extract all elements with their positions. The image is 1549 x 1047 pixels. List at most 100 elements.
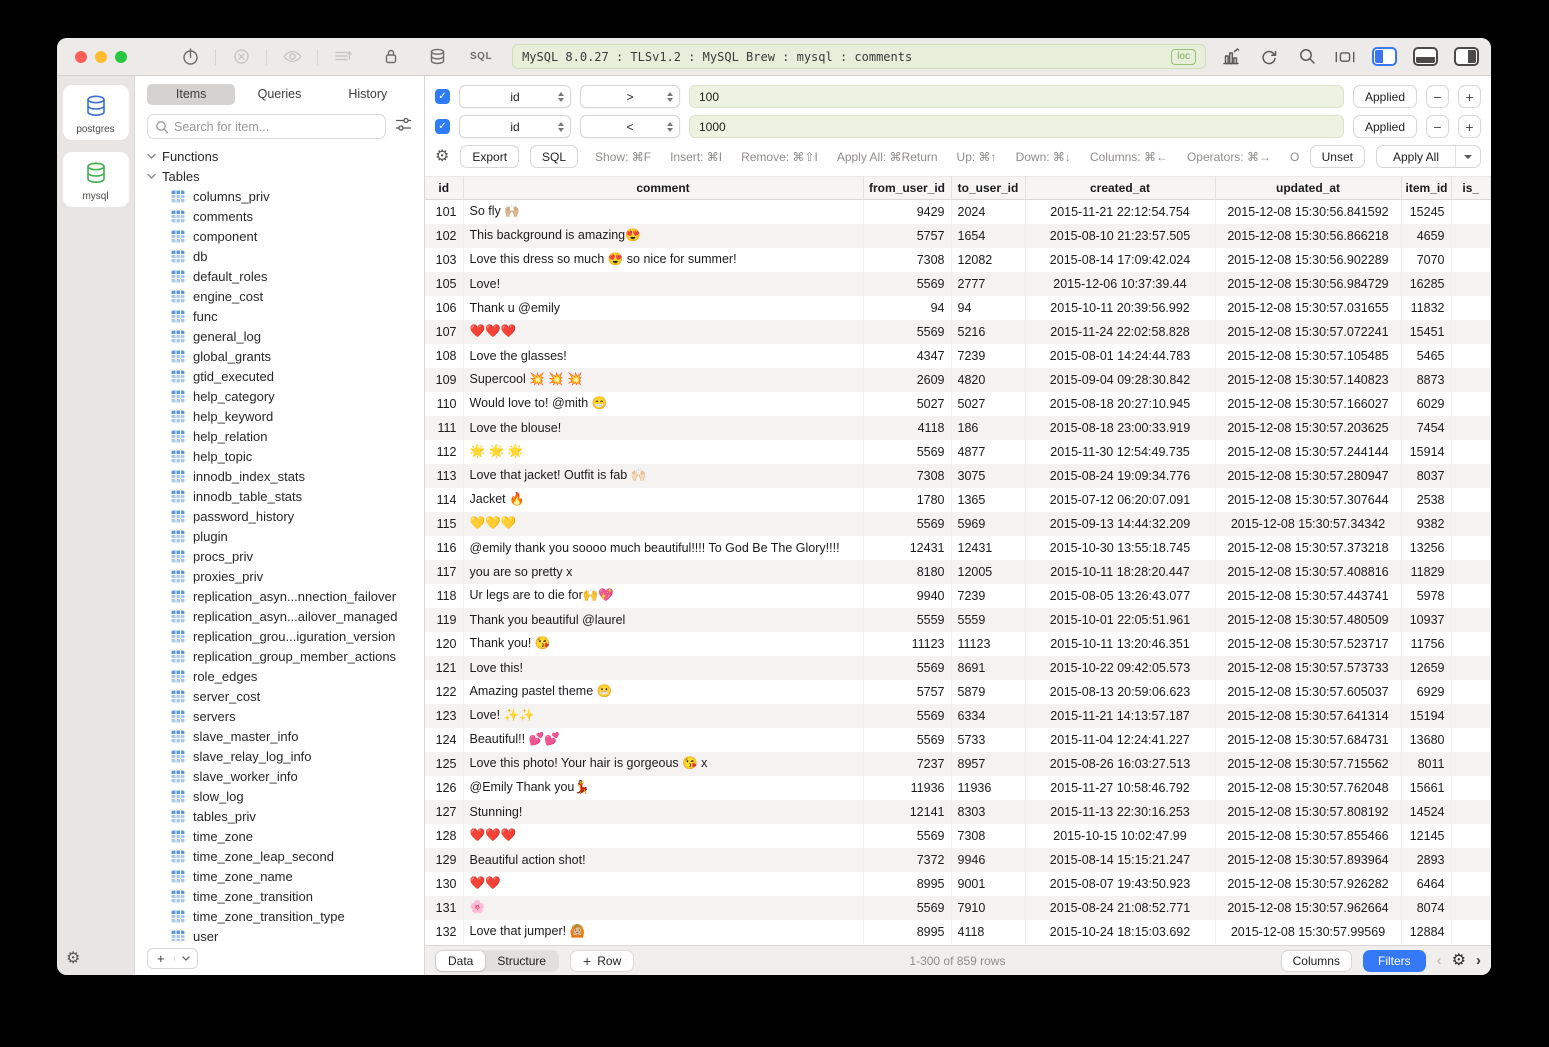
cell-is_[interactable] [1451, 752, 1491, 776]
cell-comment[interactable]: Love the blouse! [463, 416, 863, 440]
cell-item_id[interactable]: 10937 [1401, 608, 1451, 632]
cell-comment[interactable]: Love this photo! Your hair is gorgeous 😘… [463, 752, 863, 776]
filters-button[interactable]: Filters [1363, 950, 1426, 972]
cell-comment[interactable]: @emily thank you soooo much beautiful!!!… [463, 536, 863, 560]
cell-is_[interactable] [1451, 896, 1491, 920]
sidebar-item-table[interactable]: help_topic [147, 446, 424, 466]
table-row[interactable]: 116@emily thank you soooo much beautiful… [425, 536, 1491, 560]
sidebar-item-table[interactable]: columns_priv [147, 186, 424, 206]
cell-is_[interactable] [1451, 776, 1491, 800]
table-row[interactable]: 120Thank you! 😘11123111232015-10-11 13:2… [425, 632, 1491, 656]
cell-id[interactable]: 102 [425, 224, 463, 248]
cell-id[interactable]: 128 [425, 824, 463, 848]
cell-from_user_id[interactable]: 8995 [863, 872, 951, 896]
sidebar-item-table[interactable]: func [147, 306, 424, 326]
cell-from_user_id[interactable]: 5569 [863, 656, 951, 680]
cell-comment[interactable]: 💛💛💛 [463, 512, 863, 536]
cell-id[interactable]: 124 [425, 728, 463, 752]
cell-from_user_id[interactable]: 5757 [863, 224, 951, 248]
sidebar-item-table[interactable]: help_keyword [147, 406, 424, 426]
filter-sliders-icon[interactable] [395, 117, 412, 137]
apply-all-button[interactable]: Apply All [1376, 145, 1481, 168]
cell-id[interactable]: 119 [425, 608, 463, 632]
toggle-left-sidebar-icon[interactable] [1372, 47, 1397, 66]
cell-from_user_id[interactable]: 5757 [863, 680, 951, 704]
cell-comment[interactable]: Love that jacket! Outfit is fab 🙌🏻 [463, 464, 863, 488]
cell-updated_at[interactable]: 2015-12-08 15:30:57.166027 [1215, 392, 1401, 416]
cell-created_at[interactable]: 2015-11-30 12:54:49.735 [1025, 440, 1215, 464]
cell-to_user_id[interactable]: 8303 [951, 800, 1025, 824]
cell-item_id[interactable]: 15194 [1401, 704, 1451, 728]
table-row[interactable]: 123Love! ✨✨556963342015-11-21 14:13:57.1… [425, 704, 1491, 728]
cell-item_id[interactable]: 6929 [1401, 680, 1451, 704]
cell-item_id[interactable]: 8011 [1401, 752, 1451, 776]
sidebar-item-table[interactable]: innodb_index_stats [147, 466, 424, 486]
cell-updated_at[interactable]: 2015-12-08 15:30:57.855466 [1215, 824, 1401, 848]
cell-item_id[interactable]: 15914 [1401, 440, 1451, 464]
remove-filter-button[interactable]: − [1426, 85, 1449, 108]
add-item-split-button[interactable]: + [147, 948, 198, 969]
cell-from_user_id[interactable]: 9429 [863, 200, 951, 224]
cell-to_user_id[interactable]: 5216 [951, 320, 1025, 344]
cell-is_[interactable] [1451, 224, 1491, 248]
sidebar-item-table[interactable]: servers [147, 706, 424, 726]
cell-to_user_id[interactable]: 5733 [951, 728, 1025, 752]
table-row[interactable]: 129Beautiful action shot!737299462015-08… [425, 848, 1491, 872]
cell-id[interactable]: 120 [425, 632, 463, 656]
cell-comment[interactable]: Love the glasses! [463, 344, 863, 368]
cell-updated_at[interactable]: 2015-12-08 15:30:57.762048 [1215, 776, 1401, 800]
cell-comment[interactable]: Thank you! 😘 [463, 632, 863, 656]
sidebar-item-table[interactable]: plugin [147, 526, 424, 546]
cell-updated_at[interactable]: 2015-12-08 15:30:57.573733 [1215, 656, 1401, 680]
cell-created_at[interactable]: 2015-11-21 14:13:57.187 [1025, 704, 1215, 728]
column-header-item_id[interactable]: item_id [1401, 177, 1451, 200]
cell-comment[interactable]: Love this dress so much 😍 so nice for su… [463, 248, 863, 272]
table-row[interactable]: 106Thank u @emily94942015-10-11 20:39:56… [425, 296, 1491, 320]
cell-created_at[interactable]: 2015-09-13 14:44:32.209 [1025, 512, 1215, 536]
sidebar-item-table[interactable]: server_cost [147, 686, 424, 706]
toggle-right-panel-icon[interactable] [1454, 47, 1479, 66]
column-header-comment[interactable]: comment [463, 177, 863, 200]
cell-comment[interactable]: Love! [463, 272, 863, 296]
sidebar-item-table[interactable]: replication_asyn...nnection_failover [147, 586, 424, 606]
cell-comment[interactable]: Amazing pastel theme 😬 [463, 680, 863, 704]
cell-item_id[interactable]: 14524 [1401, 800, 1451, 824]
cell-comment[interactable]: Love that jumper! 🙆🏼 [463, 920, 863, 944]
cell-created_at[interactable]: 2015-08-14 17:09:42.024 [1025, 248, 1215, 272]
cell-is_[interactable] [1451, 368, 1491, 392]
sidebar-item-table[interactable]: replication_group_member_actions [147, 646, 424, 666]
connect-icon[interactable] [179, 46, 201, 68]
sidebar-item-table[interactable]: procs_priv [147, 546, 424, 566]
cell-from_user_id[interactable]: 11936 [863, 776, 951, 800]
cell-is_[interactable] [1451, 560, 1491, 584]
cell-from_user_id[interactable]: 7308 [863, 464, 951, 488]
sidebar-item-table[interactable]: general_log [147, 326, 424, 346]
cell-to_user_id[interactable]: 12005 [951, 560, 1025, 584]
tab-data[interactable]: Data [436, 951, 485, 971]
search-input[interactable]: Search for item... [147, 114, 386, 139]
cell-created_at[interactable]: 2015-07-12 06:20:07.091 [1025, 488, 1215, 512]
table-row[interactable]: 102This background is amazing😍5757165420… [425, 224, 1491, 248]
cell-created_at[interactable]: 2015-10-11 20:39:56.992 [1025, 296, 1215, 320]
tab-history[interactable]: History [324, 84, 412, 105]
filter-column-select[interactable]: id [459, 85, 571, 108]
cell-is_[interactable] [1451, 464, 1491, 488]
cell-item_id[interactable]: 8037 [1401, 464, 1451, 488]
table-row[interactable]: 131🌸556979102015-08-24 21:08:52.7712015-… [425, 896, 1491, 920]
cell-id[interactable]: 107 [425, 320, 463, 344]
cell-to_user_id[interactable]: 9001 [951, 872, 1025, 896]
cell-item_id[interactable]: 7454 [1401, 416, 1451, 440]
cell-to_user_id[interactable]: 4820 [951, 368, 1025, 392]
cell-updated_at[interactable]: 2015-12-08 15:30:57.523717 [1215, 632, 1401, 656]
cell-created_at[interactable]: 2015-08-18 20:27:10.945 [1025, 392, 1215, 416]
cell-is_[interactable] [1451, 296, 1491, 320]
cell-to_user_id[interactable]: 5027 [951, 392, 1025, 416]
cell-id[interactable]: 123 [425, 704, 463, 728]
cell-comment[interactable]: ❤️❤️❤️ [463, 320, 863, 344]
sidebar-item-table[interactable]: tables_priv [147, 806, 424, 826]
cell-created_at[interactable]: 2015-11-21 22:12:54.754 [1025, 200, 1215, 224]
cell-id[interactable]: 129 [425, 848, 463, 872]
cell-created_at[interactable]: 2015-12-06 10:37:39.44 [1025, 272, 1215, 296]
cell-from_user_id[interactable]: 1780 [863, 488, 951, 512]
cell-to_user_id[interactable]: 8691 [951, 656, 1025, 680]
